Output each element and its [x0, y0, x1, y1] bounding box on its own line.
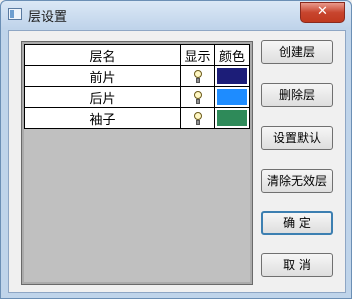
layer-table-header: 层名 显示 颜色 [24, 44, 250, 66]
create-layer-button[interactable]: 创建层 [261, 40, 333, 64]
layer-name[interactable]: 袖子 [24, 107, 181, 129]
layer-settings-dialog: 层设置 ✕ 层名 显示 颜色 前片 后片 袖子 创建层 删除层 设置默认 清除无… [0, 0, 352, 299]
layer-name[interactable]: 后片 [24, 86, 181, 108]
column-header-name: 层名 [24, 44, 181, 66]
dialog-title: 层设置 [28, 10, 68, 25]
column-header-color: 颜色 [214, 44, 250, 66]
color-swatch [217, 68, 247, 84]
lightbulb-icon [193, 111, 202, 125]
layer-color-cell[interactable] [214, 86, 250, 108]
lightbulb-icon [193, 69, 202, 83]
lightbulb-icon [193, 90, 202, 104]
layer-table: 层名 显示 颜色 前片 后片 袖子 [24, 44, 250, 129]
close-button[interactable]: ✕ [300, 2, 345, 23]
ok-button[interactable]: 确 定 [261, 211, 333, 235]
column-header-show: 显示 [180, 44, 215, 66]
layer-list-panel: 层名 显示 颜色 前片 后片 袖子 [21, 41, 253, 285]
table-row[interactable]: 后片 [24, 86, 250, 108]
set-default-button[interactable]: 设置默认 [261, 126, 333, 150]
color-swatch [217, 110, 247, 126]
app-icon [8, 8, 22, 20]
table-row[interactable]: 前片 [24, 65, 250, 87]
delete-layer-button[interactable]: 删除层 [261, 83, 333, 107]
layer-color-cell[interactable] [214, 65, 250, 87]
layer-name[interactable]: 前片 [24, 65, 181, 87]
title-bar[interactable]: 层设置 ✕ [1, 1, 351, 29]
layer-list-area[interactable]: 层名 显示 颜色 前片 后片 袖子 [24, 44, 250, 282]
cancel-button[interactable]: 取 消 [261, 253, 333, 277]
color-swatch [217, 89, 247, 105]
visibility-toggle[interactable] [180, 65, 215, 87]
clear-invalid-layers-button[interactable]: 清除无效层 [261, 169, 333, 193]
layer-color-cell[interactable] [214, 107, 250, 129]
visibility-toggle[interactable] [180, 86, 215, 108]
table-row[interactable]: 袖子 [24, 107, 250, 129]
visibility-toggle[interactable] [180, 107, 215, 129]
dialog-body: 层名 显示 颜色 前片 后片 袖子 创建层 删除层 设置默认 清除无效层 确 定… [8, 30, 346, 293]
